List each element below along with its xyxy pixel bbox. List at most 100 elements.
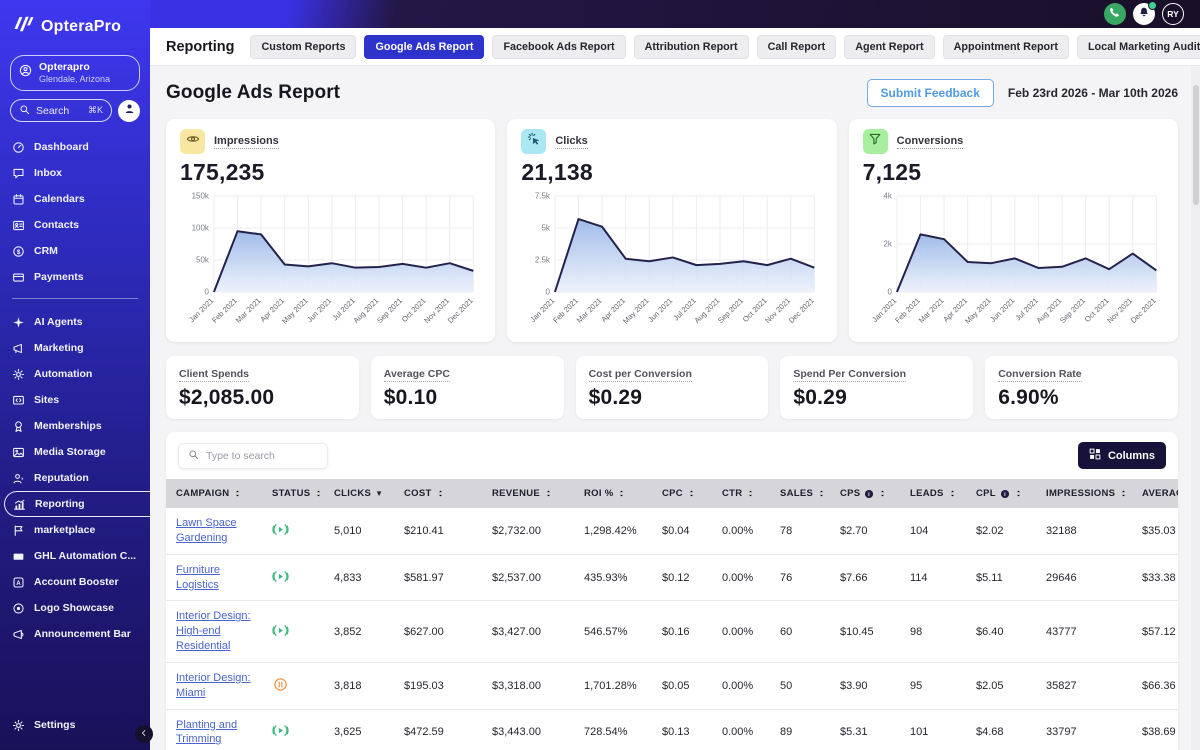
tab-agent-report[interactable]: Agent Report xyxy=(844,34,935,59)
user-avatar[interactable]: RY xyxy=(1162,3,1184,25)
reputation-icon xyxy=(12,472,25,485)
column-header-status[interactable]: STATUS xyxy=(262,479,324,508)
svg-text:Mar 2021: Mar 2021 xyxy=(234,296,263,325)
column-header-leads[interactable]: LEADS xyxy=(900,479,966,508)
sidebar-item-contacts[interactable]: Contacts xyxy=(0,212,150,238)
cell-cpc: $0.13 xyxy=(652,709,712,750)
column-header-impressions[interactable]: IMPRESSIONS xyxy=(1036,479,1132,508)
sidebar-item-announcement-bar[interactable]: Announcement Bar xyxy=(0,621,150,647)
tab-appointment-report[interactable]: Appointment Report xyxy=(942,34,1069,59)
column-header-cost[interactable]: COST xyxy=(394,479,482,508)
column-header-cpl[interactable]: CPL i xyxy=(966,479,1036,508)
tab-custom-reports[interactable]: Custom Reports xyxy=(250,34,357,59)
account-name: Opterapro xyxy=(39,61,90,73)
vertical-scrollbar-thumb[interactable] xyxy=(1192,85,1199,205)
column-header-roi[interactable]: ROI % xyxy=(574,479,652,508)
column-header-revenue[interactable]: REVENUE xyxy=(482,479,574,508)
sidebar-item-account-booster[interactable]: A Account Booster xyxy=(0,569,150,595)
search-icon xyxy=(19,102,30,120)
sidebar-item-label: CRM xyxy=(34,245,58,258)
sidebar-item-label: Payments xyxy=(34,271,84,284)
campaign-link[interactable]: Lawn Space Gardening xyxy=(176,517,237,544)
sidebar-item-calendars[interactable]: Calendars xyxy=(0,186,150,212)
column-header-ctr[interactable]: CTR xyxy=(712,479,770,508)
svg-text:Sep 2021: Sep 2021 xyxy=(375,296,404,325)
marketing-icon xyxy=(12,342,25,355)
cell-ctr: 0.00% xyxy=(712,662,770,710)
metric-label: Impressions xyxy=(214,134,279,149)
notifications-button[interactable] xyxy=(1133,1,1157,25)
date-range[interactable]: Feb 23rd 2026 - Mar 10th 2026 xyxy=(1008,86,1178,100)
cell-cpc: $0.12 xyxy=(652,554,712,602)
campaign-table: CAMPAIGN STATUS CLICKS ▼ COST REVENUE ROI % CPC… xyxy=(166,479,1178,750)
sidebar-item-crm[interactable]: $ CRM xyxy=(0,238,150,264)
svg-text:Sep 2021: Sep 2021 xyxy=(1058,296,1087,325)
sidebar-item-sites[interactable]: Sites xyxy=(0,387,150,413)
sidebar-item-ai-agents[interactable]: AI Agents xyxy=(0,309,150,335)
sidebar-item-marketplace[interactable]: marketplace xyxy=(0,517,150,543)
sidebar-item-reporting[interactable]: Reporting xyxy=(4,491,150,518)
tab-facebook-ads-report[interactable]: Facebook Ads Report xyxy=(492,34,626,59)
tab-call-report[interactable]: Call Report xyxy=(756,34,837,59)
svg-text:0: 0 xyxy=(887,287,892,296)
sidebar-item-payments[interactable]: Payments xyxy=(0,264,150,290)
payments-icon xyxy=(12,271,25,284)
cell-impressions: 35827 xyxy=(1036,662,1132,710)
table-row: Furniture Logistics 4,833 $581.97 $2,537.00… xyxy=(166,554,1178,602)
sidebar-item-settings[interactable]: Settings xyxy=(0,712,150,738)
sidebar-item-logo-showcase[interactable]: Logo Showcase xyxy=(0,595,150,621)
svg-text:150k: 150k xyxy=(192,191,209,200)
campaign-link[interactable]: Interior Design: Miami xyxy=(176,672,251,699)
sidebar-item-label: Memberships xyxy=(34,420,102,433)
sidebar-item-label: Sites xyxy=(34,394,60,407)
phone-button[interactable] xyxy=(1104,3,1126,25)
sidebar-item-inbox[interactable]: Inbox xyxy=(0,160,150,186)
table-search xyxy=(178,442,328,469)
tab-local-marketing-audit[interactable]: Local Marketing Audit xyxy=(1076,34,1200,59)
cell-roi: 728.54% xyxy=(574,709,652,750)
cell-cpl: $5.11 xyxy=(966,554,1036,602)
app-logo[interactable]: OpteraPro xyxy=(0,0,150,45)
profile-button[interactable] xyxy=(118,99,140,122)
metric-card-clicks: Clicks 21,138 0 2.5k 5k 7.5k Jan 2021 Feb 2021 M… xyxy=(507,119,837,342)
tab-attribution-report[interactable]: Attribution Report xyxy=(633,34,749,59)
sidebar-item-memberships[interactable]: Memberships xyxy=(0,413,150,439)
column-header-average[interactable]: AVERAGE xyxy=(1132,479,1178,508)
sidebar-item-reputation[interactable]: Reputation xyxy=(0,465,150,491)
sidebar-item-media-storage[interactable]: Media Storage xyxy=(0,439,150,465)
columns-button[interactable]: Columns xyxy=(1077,442,1166,469)
sidebar-item-dashboard[interactable]: Dashboard xyxy=(0,134,150,160)
sidebar-search[interactable]: Search ⌘K xyxy=(10,99,112,123)
column-header-cpc[interactable]: CPC xyxy=(652,479,712,508)
sidebar-item-ghl-automation-c[interactable]: GHL Automation C... xyxy=(0,543,150,569)
account-switcher[interactable]: Opterapro Glendale, Arizona xyxy=(10,55,140,92)
column-header-cps[interactable]: CPS i xyxy=(830,479,900,508)
cell-cps: $3.90 xyxy=(830,662,900,710)
table-search-input[interactable] xyxy=(206,449,318,462)
sidebar-item-automation[interactable]: Automation xyxy=(0,361,150,387)
campaign-link[interactable]: Planting and Trimming xyxy=(176,719,237,746)
chevron-left-icon xyxy=(139,725,149,743)
campaign-link[interactable]: Interior Design: High-end Residential xyxy=(176,610,251,652)
tab-google-ads-report[interactable]: Google Ads Report xyxy=(364,34,485,59)
column-header-sales[interactable]: SALES xyxy=(770,479,830,508)
column-header-campaign[interactable]: CAMPAIGN xyxy=(166,479,262,508)
cell-cpl: $2.05 xyxy=(966,662,1036,710)
sidebar-collapse-button[interactable] xyxy=(135,725,153,743)
cell-clicks: 3,852 xyxy=(324,600,394,663)
campaign-link[interactable]: Furniture Logistics xyxy=(176,564,220,591)
submit-feedback-button[interactable]: Submit Feedback xyxy=(866,79,994,107)
cell-clicks: 4,833 xyxy=(324,554,394,602)
stat-value: 6.90% xyxy=(998,386,1059,409)
sidebar-item-label: Inbox xyxy=(34,167,62,180)
person-circle-icon xyxy=(19,64,32,82)
cell-impressions: 33797 xyxy=(1036,709,1132,750)
column-header-clicks[interactable]: CLICKS ▼ xyxy=(324,479,394,508)
svg-text:Dec 2021: Dec 2021 xyxy=(446,296,475,325)
stat-label: Conversion Rate xyxy=(998,368,1082,382)
cell-cps: $10.45 xyxy=(830,600,900,663)
sidebar-item-marketing[interactable]: Marketing xyxy=(0,335,150,361)
sort-icon xyxy=(948,489,957,498)
columns-button-label: Columns xyxy=(1107,449,1155,462)
cell-ctr: 0.00% xyxy=(712,709,770,750)
